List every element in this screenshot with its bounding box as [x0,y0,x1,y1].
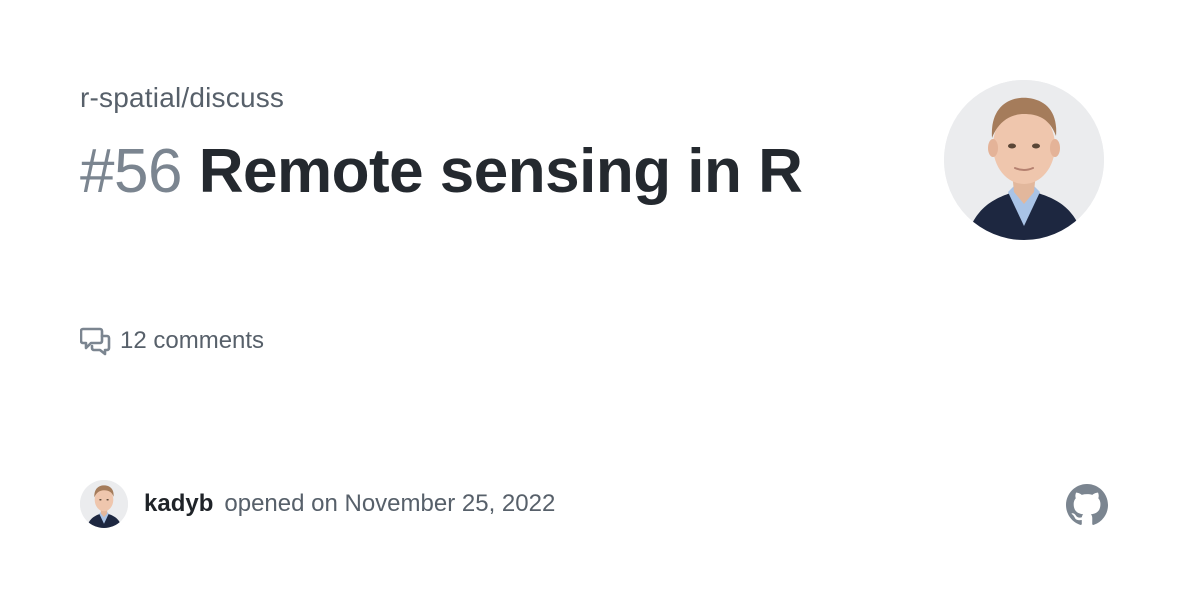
author-avatar-large[interactable] [944,80,1104,240]
comments-count[interactable]: 12 comments [80,324,264,358]
opened-date: opened on November 25, 2022 [224,490,556,517]
author-username[interactable]: kadyb [144,490,213,518]
author-line: kadyb opened on November 25, 2022 [80,480,555,528]
discussion-title-text: Remote sensing in R [198,137,803,206]
discussion-number: #56 [80,137,182,206]
repository-name[interactable]: r-spatial/discuss [80,82,284,114]
discussion-title: #56 Remote sensing in R [80,134,840,210]
author-avatar-small[interactable] [80,480,128,528]
github-mark-icon[interactable] [1066,484,1108,526]
comments-label: 12 comments [120,327,265,354]
comment-discussion-icon [80,325,112,357]
social-preview-card: r-spatial/discuss #56 Remote sensing in … [0,0,1200,600]
